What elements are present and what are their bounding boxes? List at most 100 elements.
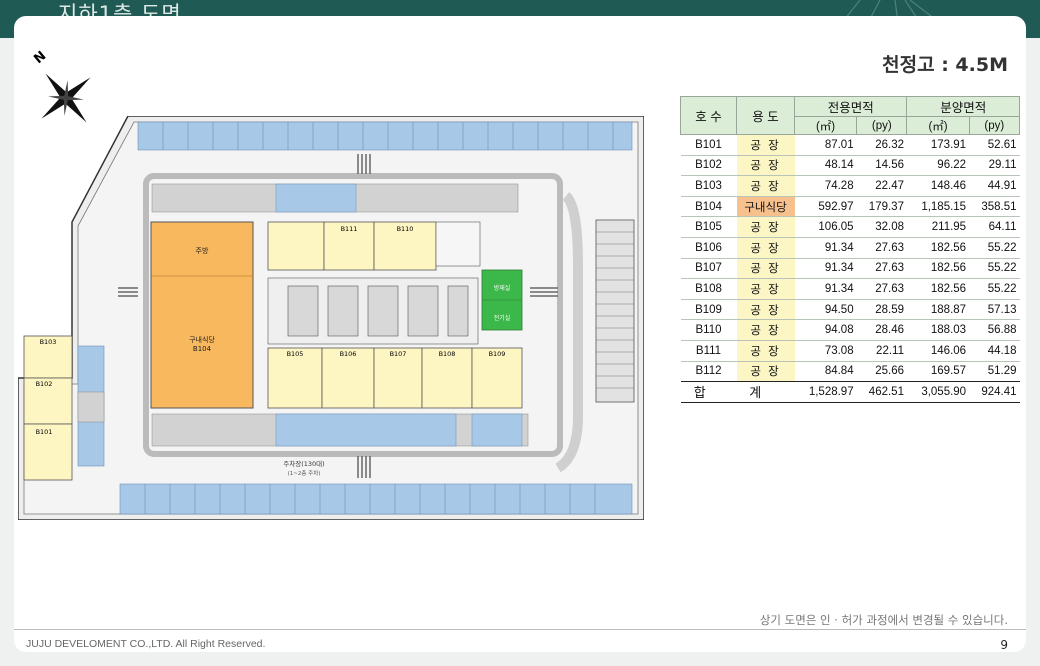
cell-sale-m2: 169.57: [906, 360, 970, 382]
total-ex-m2: 1,528.97: [794, 381, 857, 403]
table-row: B102 공 장 48.14 14.56 96.22 29.11: [680, 154, 1020, 176]
table-row: B107 공 장 91.34 27.63 182.56 55.22: [680, 257, 1020, 279]
cell-ex-m2: 73.08: [794, 339, 857, 362]
compass-north-label: N: [31, 49, 49, 67]
header-sale-area: 분양면적: [906, 96, 1020, 117]
table-row: B104 구내식당 592.97 179.37 1,185.15 358.51: [680, 195, 1020, 217]
unit-b111-label: B111: [341, 225, 358, 233]
header-ex-py: (py): [856, 116, 908, 135]
cell-ex-py: 26.32: [856, 134, 907, 156]
cafeteria-kitchen-label: 주방: [196, 246, 209, 255]
parking-row-inner-top: [151, 183, 519, 213]
cell-ex-py: 28.59: [856, 298, 907, 320]
cell-use: 공 장: [736, 216, 795, 238]
cell-ex-py: 27.63: [856, 278, 907, 300]
cell-sale-m2: 182.56: [906, 257, 970, 279]
parking-row-inner-bottom: [151, 413, 529, 447]
cell-sale-py: 55.22: [969, 257, 1020, 279]
cell-sale-py: 52.61: [969, 134, 1020, 156]
cell-use: 공 장: [736, 175, 795, 197]
cell-sale-py: 44.18: [969, 339, 1020, 362]
page-number: 9: [1000, 638, 1008, 652]
cell-ex-py: 27.63: [856, 236, 907, 259]
cell-sale-py: 64.11: [969, 216, 1020, 238]
cell-sale-py: 55.22: [969, 236, 1020, 259]
total-sale-m2: 3,055.90: [906, 381, 970, 403]
cell-ex-m2: 48.14: [794, 154, 857, 176]
cell-code: B103: [680, 175, 737, 197]
cell-use: 공 장: [736, 298, 795, 320]
unit-b104-cafeteria[interactable]: 주방 구내식당 B104: [150, 221, 254, 409]
unit-b102-label: B102: [36, 380, 53, 388]
cell-code: B112: [680, 360, 737, 382]
cell-use: 구내식당: [736, 195, 795, 217]
cell-ex-py: 22.11: [856, 339, 907, 362]
cell-code: B108: [680, 278, 737, 300]
units-top-row: B111 B110: [267, 221, 437, 271]
cell-sale-m2: 188.87: [906, 298, 970, 320]
cell-ex-py: 27.63: [856, 257, 907, 279]
table-row: B110 공 장 94.08 28.46 188.03 56.88: [680, 319, 1020, 341]
cell-sale-m2: 173.91: [906, 134, 970, 156]
cell-ex-m2: 84.84: [794, 360, 857, 382]
table-row: B112 공 장 84.84 25.66 169.57 51.29: [680, 360, 1020, 382]
ceiling-height-label: 천정고 : 4.5M: [882, 54, 1008, 76]
unit-b108-label: B108: [439, 350, 456, 358]
cell-use: 공 장: [736, 236, 795, 259]
green-room-top-label: 방재실: [494, 284, 511, 292]
parking-left-column: [77, 345, 105, 467]
cell-sale-py: 29.11: [969, 154, 1020, 176]
permit-notice: 상기 도면은 인 · 허가 과정에서 변경될 수 있습니다.: [759, 613, 1008, 627]
cell-sale-py: 56.88: [969, 319, 1020, 341]
table-total-row: 합 계 1,528.97 462.51 3,055.90 924.41: [680, 381, 1020, 403]
unit-area-table: 호 수 용 도 전용면적 분양면적 (㎡) (py) (㎡) (py) B101…: [680, 96, 1021, 403]
cell-sale-m2: 148.46: [906, 175, 970, 197]
cell-code: B107: [680, 257, 737, 279]
total-label: 합 계: [680, 381, 795, 403]
green-room: 방재실 전기실: [481, 269, 523, 331]
unit-b110-label: B110: [397, 225, 414, 233]
cell-ex-py: 28.46: [856, 319, 907, 341]
cell-ex-m2: 91.34: [794, 236, 857, 259]
cell-use: 공 장: [736, 360, 795, 382]
cell-sale-m2: 96.22: [906, 154, 970, 176]
cell-ex-m2: 106.05: [794, 216, 857, 238]
header-unit-no: 호 수: [680, 96, 737, 135]
floor-plan: 주방 구내식당 B104 B111 B110 방재실 전기실 B105 B106: [18, 116, 644, 520]
units-bottom-row: B105 B106 B107 B108 B109: [267, 347, 523, 409]
cell-sale-m2: 188.03: [906, 319, 970, 341]
cell-use: 공 장: [736, 339, 795, 362]
header-sale-m2: (㎡): [906, 116, 970, 135]
copyright-text: JUJU DEVELOMENT CO.,LTD. All Right Reser…: [26, 638, 266, 650]
cell-ex-m2: 91.34: [794, 257, 857, 279]
header-exclusive-area: 전용면적: [793, 96, 908, 117]
cafeteria-code: B104: [193, 345, 212, 353]
cell-ex-m2: 91.34: [794, 278, 857, 300]
table-body: B101 공 장 87.01 26.32 173.91 52.61 B102 공 장 48.1…: [680, 134, 1020, 403]
cell-ex-m2: 592.97: [794, 195, 857, 217]
cell-code: B105: [680, 216, 737, 238]
cell-ex-m2: 94.50: [794, 298, 857, 320]
table-row: B106 공 장 91.34 27.63 182.56 55.22: [680, 236, 1020, 259]
cell-ex-py: 32.08: [856, 216, 907, 238]
cell-sale-py: 57.13: [969, 298, 1020, 320]
cell-sale-py: 44.91: [969, 175, 1020, 197]
unit-b105-label: B105: [287, 350, 304, 358]
cell-sale-m2: 146.06: [906, 339, 970, 362]
cell-ex-py: 179.37: [856, 195, 907, 217]
cell-sale-m2: 182.56: [906, 236, 970, 259]
cell-use: 공 장: [736, 278, 795, 300]
parking-label: 주차장(130대): [283, 459, 324, 468]
cell-sale-py: 55.22: [969, 278, 1020, 300]
table-row: B101 공 장 87.01 26.32 173.91 52.61: [680, 134, 1020, 156]
cell-ex-m2: 74.28: [794, 175, 857, 197]
cell-ex-py: 22.47: [856, 175, 907, 197]
cell-sale-m2: 211.95: [906, 216, 970, 238]
unit-b106-label: B106: [340, 350, 357, 358]
units-left-column: B103 B102 B101: [23, 335, 73, 481]
cell-sale-py: 51.29: [969, 360, 1020, 382]
cell-sale-m2: 1,185.15: [906, 195, 970, 217]
cell-code: B111: [680, 339, 737, 362]
cell-use: 공 장: [736, 257, 795, 279]
header-use: 용 도: [736, 96, 795, 135]
